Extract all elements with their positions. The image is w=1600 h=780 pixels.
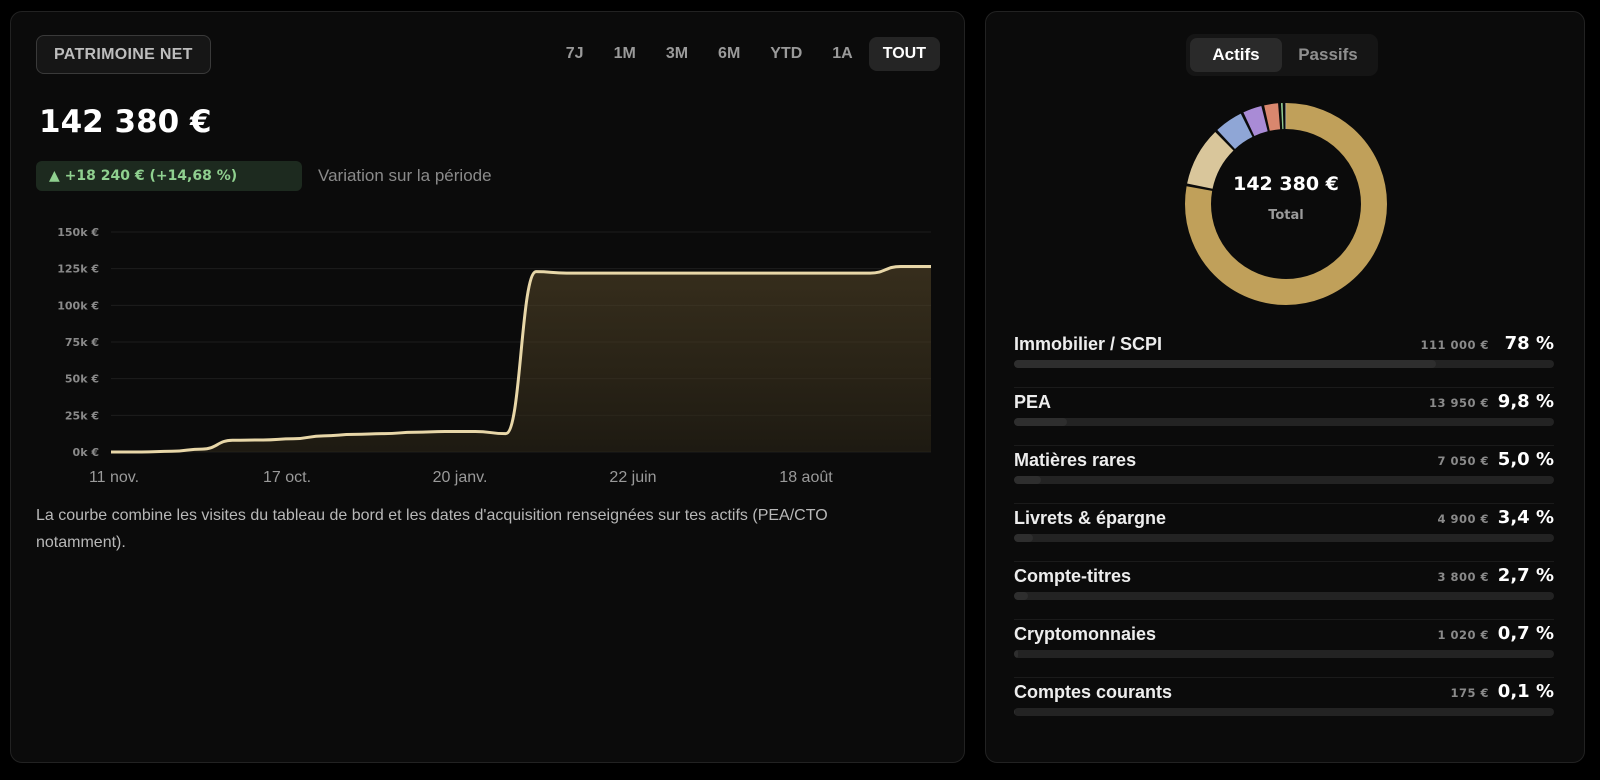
allocation-amount: 175 € — [1450, 686, 1489, 700]
x-tick-label: 17 oct. — [263, 469, 311, 486]
allocation-name: Cryptomonnaies — [1014, 624, 1157, 644]
allocation-name: Immobilier / SCPI — [1014, 334, 1163, 354]
change-badge: ▲ +18 240 € (+14,68 %) — [36, 161, 302, 191]
range-selector: 7J 1M 3M 6M YTD 1A TOUT — [552, 37, 940, 71]
allocation-percent: 2,7 % — [1497, 565, 1554, 586]
allocation-amount: 7 050 € — [1437, 454, 1489, 468]
allocation-bar-fill — [1014, 360, 1437, 368]
x-tick-label: 20 janv. — [433, 469, 488, 486]
allocation-row[interactable]: Compte-titres 3 800 € 2,7 % — [1014, 562, 1554, 620]
allocation-row[interactable]: Immobilier / SCPI 111 000 € 78 % — [1014, 330, 1554, 388]
y-tick-label: 50k € — [65, 373, 99, 386]
range-3m[interactable]: 3M — [652, 37, 702, 71]
allocation-bar-fill — [1014, 708, 1015, 716]
tab-passifs[interactable]: Passifs — [1282, 38, 1374, 72]
tab-actifs[interactable]: Actifs — [1190, 38, 1282, 72]
allocation-percent: 5,0 % — [1497, 449, 1554, 470]
allocation-percent: 9,8 % — [1497, 391, 1554, 412]
range-1m[interactable]: 1M — [600, 37, 650, 71]
allocation-name: PEA — [1014, 392, 1052, 412]
allocation-name: Compte-titres — [1014, 566, 1132, 586]
y-tick-label: 100k € — [57, 299, 99, 312]
y-tick-label: 125k € — [57, 263, 99, 276]
allocation-percent: 0,1 % — [1497, 681, 1554, 702]
allocation-percent: 0,7 % — [1497, 623, 1554, 644]
allocation-bar-fill — [1014, 534, 1033, 542]
allocation-bar-fill — [1014, 476, 1041, 484]
net-worth-panel: PATRIMOINE NET 7J 1M 3M 6M YTD 1A TOUT 142 380… — [10, 11, 965, 763]
asset-liability-tabs: Actifs Passifs — [1186, 34, 1378, 76]
x-tick-label: 11 nov. — [89, 469, 139, 486]
allocation-amount: 1 020 € — [1437, 628, 1489, 642]
allocation-row[interactable]: Comptes courants 175 € 0,1 % — [1014, 678, 1554, 736]
range-7j[interactable]: 7J — [552, 37, 598, 71]
allocation-row[interactable]: Livrets & épargne 4 900 € 3,4 % — [1014, 504, 1554, 562]
chart-note: La courbe combine les visites du tableau… — [36, 507, 828, 551]
allocation-name: Livrets & épargne — [1014, 508, 1167, 528]
allocation-amount: 111 000 € — [1420, 338, 1489, 352]
allocation-name: Comptes courants — [1014, 682, 1173, 702]
allocation-percent: 78 % — [1504, 333, 1554, 354]
range-ytd[interactable]: YTD — [756, 37, 816, 71]
allocation-row[interactable]: Cryptomonnaies 1 020 € 0,7 % — [1014, 620, 1554, 678]
y-tick-label: 25k € — [65, 409, 99, 422]
net-worth-value: 142 380 € — [39, 104, 212, 140]
range-1a[interactable]: 1A — [818, 37, 866, 71]
allocation-amount: 13 950 € — [1428, 396, 1489, 410]
allocation-bar — [1014, 708, 1554, 716]
allocation-bar — [1014, 534, 1554, 542]
allocation-row[interactable]: Matières rares 7 050 € 5,0 % — [1014, 446, 1554, 504]
allocation-list: Immobilier / SCPI 111 000 € 78 % PEA 13 950 … — [1014, 330, 1554, 736]
allocation-bar — [1014, 592, 1554, 600]
allocation-donut: 142 380 € Total — [1185, 103, 1387, 305]
y-tick-label: 150k € — [57, 226, 99, 239]
allocation-bar — [1014, 650, 1554, 658]
x-tick-label: 22 juin — [609, 469, 656, 486]
allocation-bar — [1014, 418, 1554, 426]
x-tick-label: 18 août — [779, 469, 833, 486]
allocation-amount: 3 800 € — [1437, 570, 1489, 584]
allocation-percent: 3,4 % — [1497, 507, 1554, 528]
allocation-name: Matières rares — [1014, 450, 1137, 470]
donut-total: 142 380 € — [1233, 173, 1339, 195]
donut-label: Total — [1268, 208, 1304, 223]
y-tick-label: 0k € — [73, 446, 99, 459]
change-label: Variation sur la période — [318, 166, 492, 185]
net-worth-chart: 0k € 25k € 50k € 75k € 100k € 125k € 150k € 11 … — [57, 226, 931, 486]
allocation-panel: Actifs Passifs 142 380 € Total Immobilier … — [985, 11, 1585, 763]
range-6m[interactable]: 6M — [704, 37, 754, 71]
allocation-row[interactable]: PEA 13 950 € 9,8 % — [1014, 388, 1554, 446]
y-tick-label: 75k € — [65, 336, 99, 349]
allocation-bar — [1014, 476, 1554, 484]
allocation-amount: 4 900 € — [1437, 512, 1489, 526]
allocation-bar-fill — [1014, 592, 1029, 600]
panel-title: PATRIMOINE NET — [36, 35, 211, 74]
allocation-bar-fill — [1014, 418, 1068, 426]
range-tout[interactable]: TOUT — [868, 37, 940, 71]
allocation-bar — [1014, 360, 1554, 368]
allocation-bar-fill — [1014, 650, 1018, 658]
